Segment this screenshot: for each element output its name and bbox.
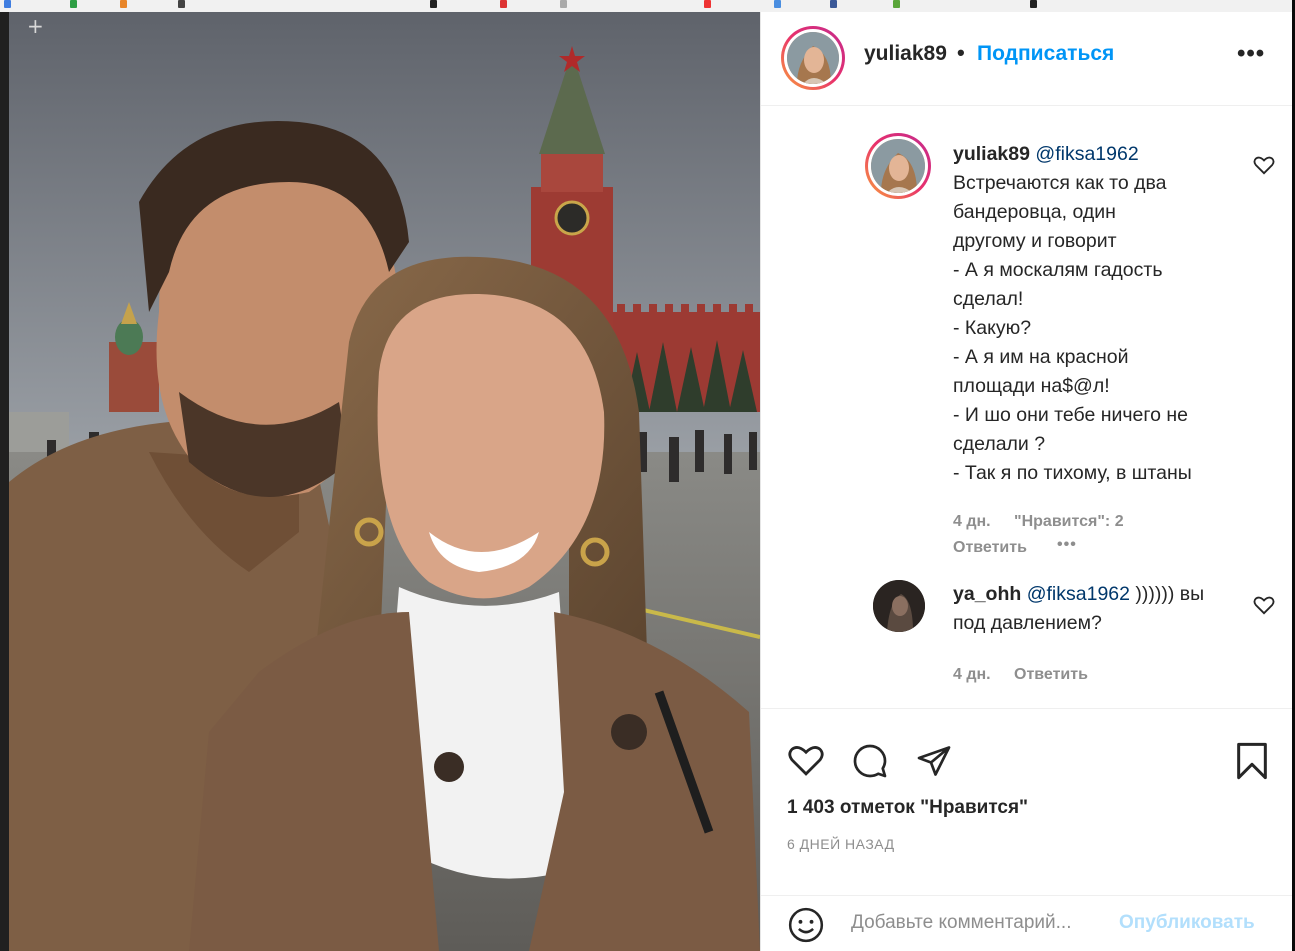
comment-line: сделал! (953, 288, 1024, 310)
comment-line: другому и говорит (953, 230, 1117, 252)
comment-icon[interactable] (851, 743, 889, 779)
more-options-icon[interactable]: ••• (1237, 40, 1265, 68)
bookmark-icon[interactable] (1235, 741, 1269, 781)
comment-line: сделали ? (953, 433, 1046, 455)
reply-button[interactable]: Ответить (1014, 666, 1088, 684)
comment-likes[interactable]: "Нравится": 2 (1014, 513, 1124, 531)
emoji-icon[interactable] (787, 906, 825, 944)
comment-like-heart-icon[interactable] (1253, 595, 1275, 615)
comment-line: Встречаются как то два (953, 172, 1167, 194)
bookmark-icon-12[interactable] (1030, 0, 1037, 8)
bookmark-icon-5[interactable] (430, 0, 437, 8)
comment-line: под давлением? (953, 612, 1102, 634)
follow-button[interactable]: Подписаться (977, 42, 1114, 66)
comment-line: - И шо они тебе ничего не (953, 404, 1188, 426)
comment-avatar[interactable] (873, 580, 925, 632)
bookmark-icon-2[interactable] (70, 0, 77, 8)
bookmark-icon-4[interactable] (178, 0, 185, 8)
heart-icon[interactable] (787, 743, 825, 777)
bookmark-icon-8[interactable] (704, 0, 711, 8)
post-header: yuliak89 • Подписаться ••• (761, 12, 1293, 106)
comment-mention[interactable]: @fiksa1962 (1035, 143, 1138, 165)
comment-line: площади на$@л! (953, 375, 1110, 397)
bookmark-icon-9[interactable] (774, 0, 781, 8)
comment-time[interactable]: 4 дн. (953, 513, 991, 531)
bookmark-icon-11[interactable] (893, 0, 900, 8)
comment-input[interactable]: Добавьте комментарий... (851, 912, 1071, 934)
bookmark-icon-6[interactable] (500, 0, 507, 8)
author-avatar-image (787, 32, 839, 84)
header-separator: • (957, 40, 965, 65)
publish-button[interactable]: Опубликовать (1119, 912, 1255, 934)
comment-username[interactable]: ya_ohh (953, 583, 1021, 605)
author-avatar[interactable] (781, 26, 845, 90)
comment-username[interactable]: yuliak89 (953, 143, 1030, 165)
post-photo-image (9, 12, 760, 951)
comment-line: - Какую? (953, 317, 1032, 339)
post-photo[interactable]: + (9, 12, 760, 951)
likes-count[interactable]: 1 403 отметок "Нравится" (787, 797, 1028, 819)
post-sidebar: yuliak89 • Подписаться ••• yuliak89 @fik… (760, 12, 1293, 951)
bookmark-icon-10[interactable] (830, 0, 837, 8)
comment-body: ya_ohh @fiksa1962 )))))) вы под давление… (953, 580, 1243, 638)
comment-avatar-image (871, 139, 925, 193)
share-icon[interactable] (915, 743, 953, 779)
bookmark-icon-3[interactable] (120, 0, 127, 8)
comment-more-icon[interactable]: ••• (1057, 536, 1077, 554)
comment-line: бандеровца, один (953, 201, 1116, 223)
reply-button[interactable]: Ответить (953, 539, 1027, 557)
comment-line: - Так я по тихому, в штаны (953, 462, 1192, 484)
comment-line: - А я им на красной (953, 346, 1129, 368)
comment-line: )))))) вы (1129, 583, 1205, 605)
comment-avatar[interactable] (865, 133, 931, 199)
comment-body: yuliak89 @fiksa1962 Встречаются как то д… (953, 140, 1243, 488)
comment-mention[interactable]: @fiksa1962 (1027, 583, 1130, 605)
comment-line: - А я москалям гадость (953, 259, 1163, 281)
plus-icon: + (27, 14, 44, 38)
post-timestamp[interactable]: 6 ДНЕЙ НАЗАД (787, 836, 895, 852)
comment-time[interactable]: 4 дн. (953, 666, 991, 684)
bookmarks-bar (0, 0, 1295, 12)
author-username[interactable]: yuliak89 (864, 42, 947, 66)
comment-avatar-image (873, 580, 925, 632)
comment-like-heart-icon[interactable] (1253, 155, 1275, 175)
add-comment-bar: Добавьте комментарий... Опубликовать (761, 895, 1293, 951)
bookmark-icon-7[interactable] (560, 0, 567, 8)
post-actions: 1 403 отметок "Нравится" 6 ДНЕЙ НАЗАД До… (761, 708, 1293, 951)
bookmark-icon-1[interactable] (4, 0, 11, 8)
